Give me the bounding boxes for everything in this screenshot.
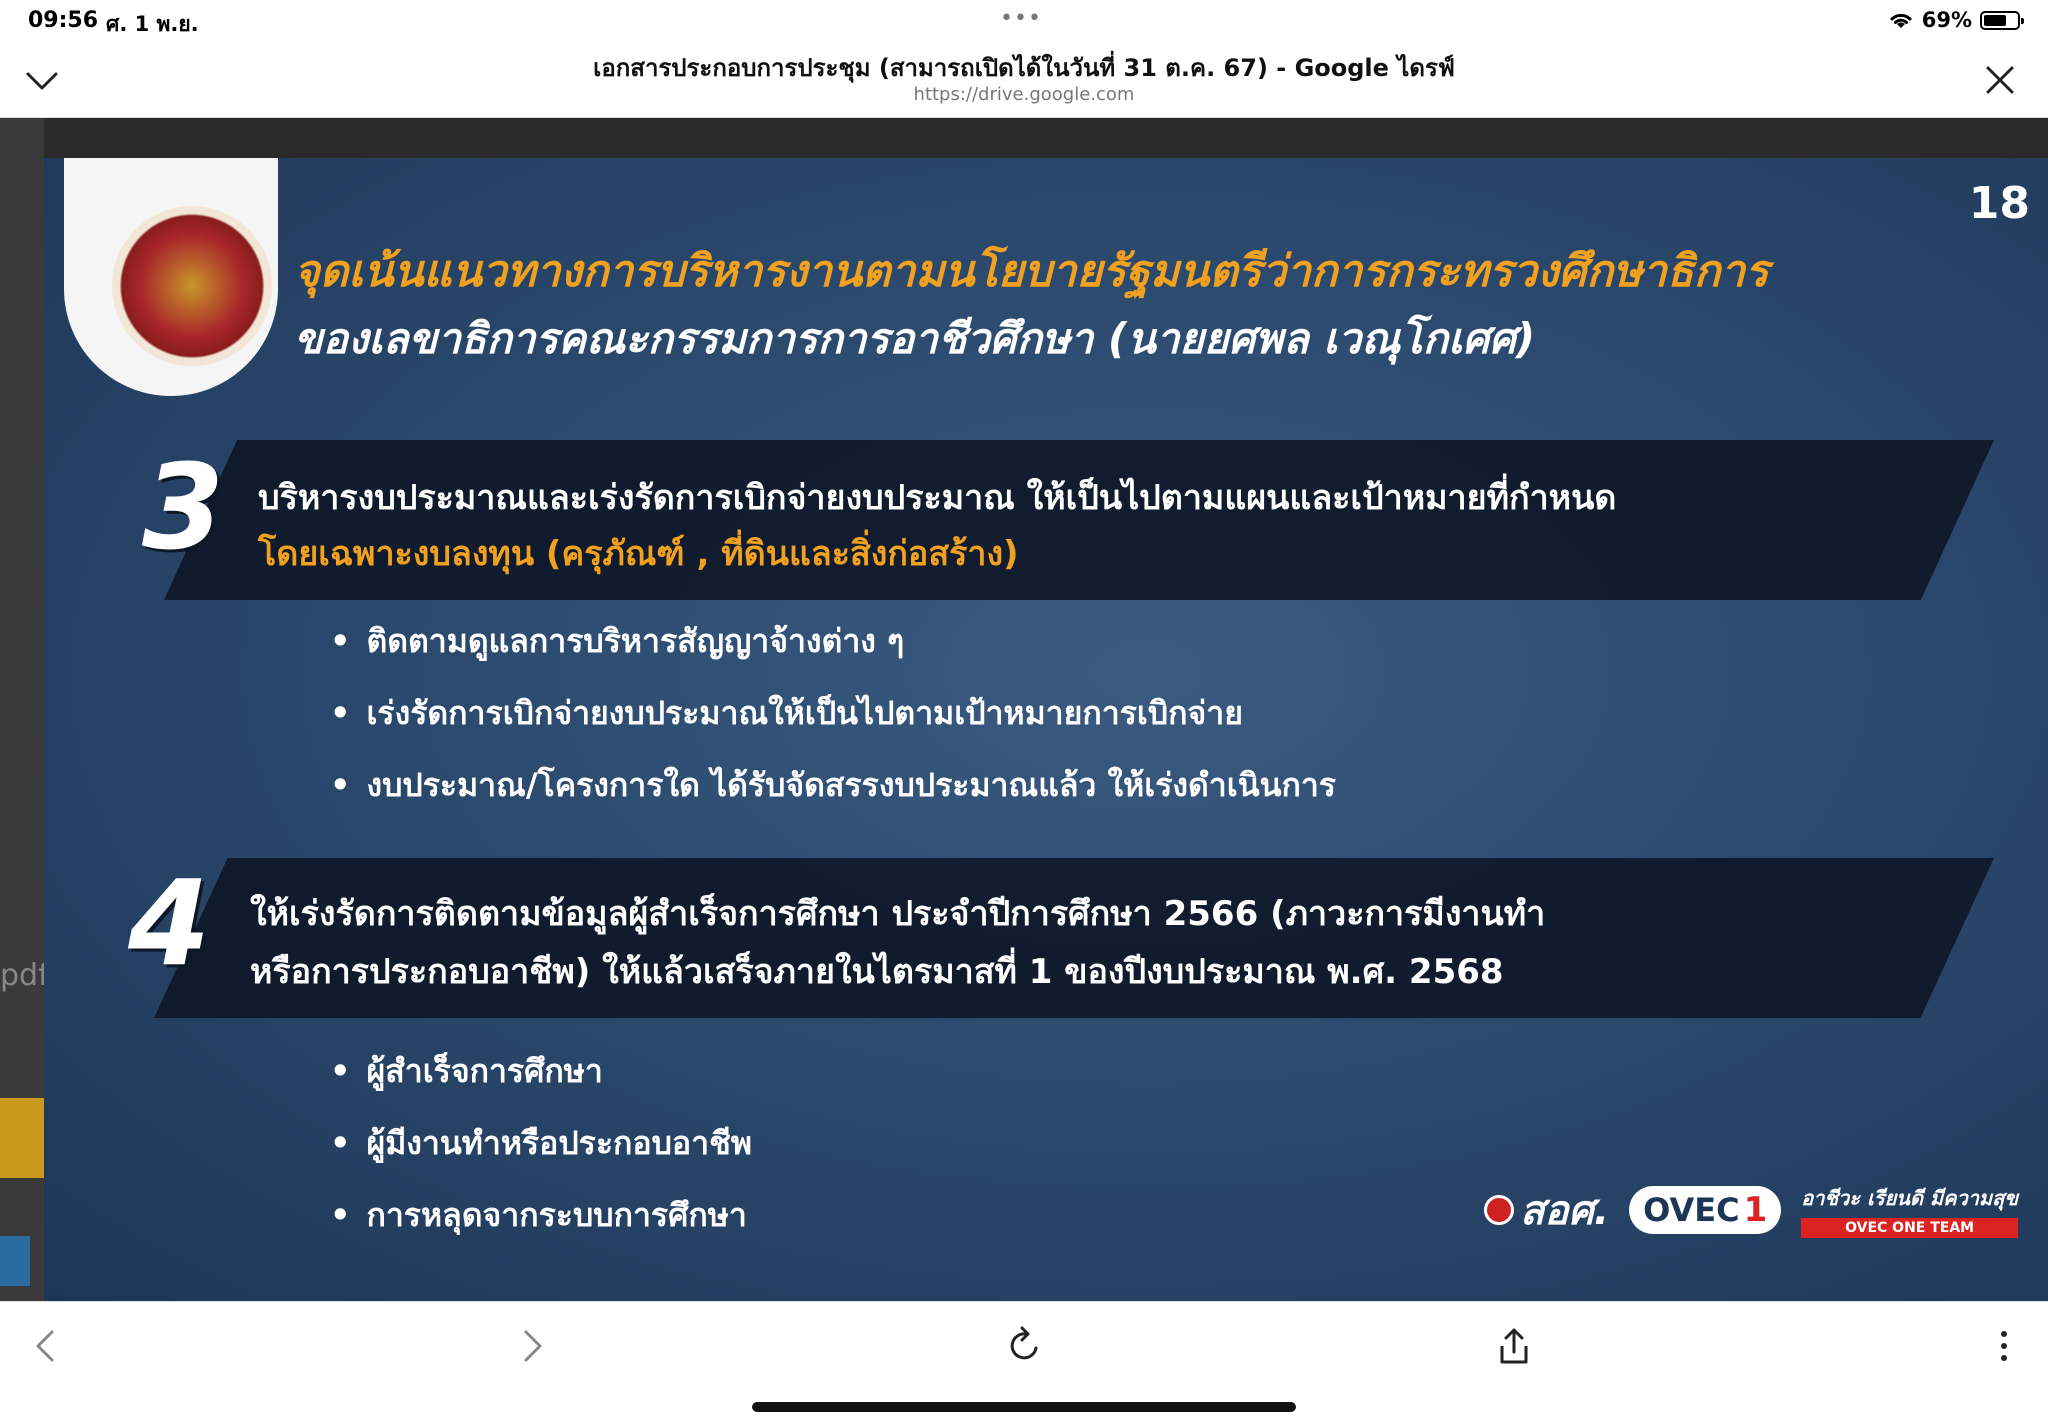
home-indicator[interactable] — [752, 1402, 1296, 1412]
ovec-logo: สอศ. — [1484, 1178, 1609, 1242]
background-page-strip: pdf — [0, 118, 49, 1301]
page-title: เอกสารประกอบการประชุม (สามารถเปิดได้ในวั… — [593, 54, 1455, 82]
slide-title-line-1: จุดเน้นแนวทางการบริหารงานตามนโยบายรัฐมนต… — [294, 246, 1769, 297]
ovec-team-number: 1 — [1743, 1190, 1768, 1230]
section-3-bullet: เร่งรัดการเบิกจ่ายงบประมาณให้เป็นไปตามเป… — [330, 688, 1243, 739]
forward-icon[interactable] — [508, 1322, 556, 1370]
bottom-toolbar — [0, 1301, 2048, 1423]
battery-fill — [1984, 14, 2007, 26]
logo-card — [64, 158, 278, 396]
battery-tip — [2021, 17, 2024, 24]
chevron-down-icon[interactable] — [22, 60, 62, 100]
section-4-bullet: ผู้มีงานทำหรือประกอบอาชีพ — [330, 1118, 751, 1169]
background-yellow-block — [0, 1098, 44, 1178]
ovec-seal-icon — [1484, 1195, 1515, 1225]
battery-percent: 69% — [1921, 8, 1972, 32]
share-icon[interactable] — [1490, 1322, 1538, 1370]
more-icon[interactable] — [1980, 1322, 2028, 1370]
ovec-team-text: OVEC — [1643, 1191, 1740, 1229]
reload-icon[interactable] — [1000, 1322, 1048, 1370]
section-4-number: 4 — [128, 854, 211, 992]
section-3-line-1: บริหารงบประมาณและเร่งรัดการเบิกจ่ายงบประ… — [258, 478, 1617, 518]
status-indicators: 69% — [1888, 8, 2024, 32]
section-3-bullet: ติดตามดูแลการบริหารสัญญาจ้างต่าง ๆ — [330, 616, 904, 667]
motto-badge: OVEC ONE TEAM — [1801, 1218, 2018, 1238]
section-4-line-1: ให้เร่งรัดการติดตามข้อมูลผู้สำเร็จการศึก… — [250, 894, 1546, 934]
background-blue-block — [0, 1236, 30, 1286]
status-date: ศ. 1 พ.ย. — [106, 12, 199, 36]
ovec-one-team-logo: OVEC 1 — [1629, 1186, 1782, 1234]
slide-page: 18 จุดเน้นแนวทางการบริหารงานตามนโยบายรัฐ… — [44, 158, 2048, 1301]
nav-header: เอกสารประกอบการประชุม (สามารถเปิดได้ในวั… — [0, 42, 2048, 118]
status-bar: 09:56 ศ. 1 พ.ย. ••• 69% — [0, 0, 2048, 42]
footer-logos: สอศ. OVEC 1 อาชีวะ เรียนดี มีความสุข OVE… — [1484, 1178, 2018, 1242]
section-3-bullet: งบประมาณ/โครงการใด ได้รับจัดสรรงบประมาณแ… — [330, 760, 1336, 811]
close-icon[interactable] — [1980, 60, 2020, 100]
section-3-line-2: โดยเฉพาะงบลงทุน (ครุภัณฑ์ , ที่ดินและสิ่… — [258, 534, 1019, 574]
status-time: 09:56 — [28, 8, 99, 33]
back-icon[interactable] — [22, 1322, 70, 1370]
slide-title-line-2: ของเลขาธิการคณะกรรมการการอาชีวศึกษา (นาย… — [294, 314, 1536, 363]
motto-text: อาชีวะ เรียนดี มีความสุข — [1801, 1186, 2018, 1210]
ovec-logo-text: สอศ. — [1520, 1188, 1610, 1234]
multitask-dots-icon[interactable]: ••• — [1000, 6, 1042, 31]
page-url: https://drive.google.com — [913, 84, 1135, 105]
document-viewer[interactable]: pdf 18 จุดเน้นแนวทางการบริหารงานตามนโยบา… — [0, 118, 2048, 1301]
section-3-number: 3 — [142, 438, 225, 576]
background-pdf-label: pdf — [0, 958, 49, 993]
section-4-bullet: ผู้สำเร็จการศึกษา — [330, 1046, 602, 1097]
section-4-line-2: หรือการประกอบอาชีพ) ให้แล้วเสร็จภายในไตร… — [250, 952, 1504, 992]
section-4-bullet: การหลุดจากระบบการศึกษา — [330, 1190, 746, 1241]
vocational-education-seal-icon — [112, 206, 272, 366]
wifi-icon — [1890, 13, 1912, 28]
slide-number: 18 — [1968, 178, 2030, 229]
battery-icon — [1980, 10, 2024, 30]
motto-logo: อาชีวะ เรียนดี มีความสุข OVEC ONE TEAM — [1801, 1182, 2018, 1238]
